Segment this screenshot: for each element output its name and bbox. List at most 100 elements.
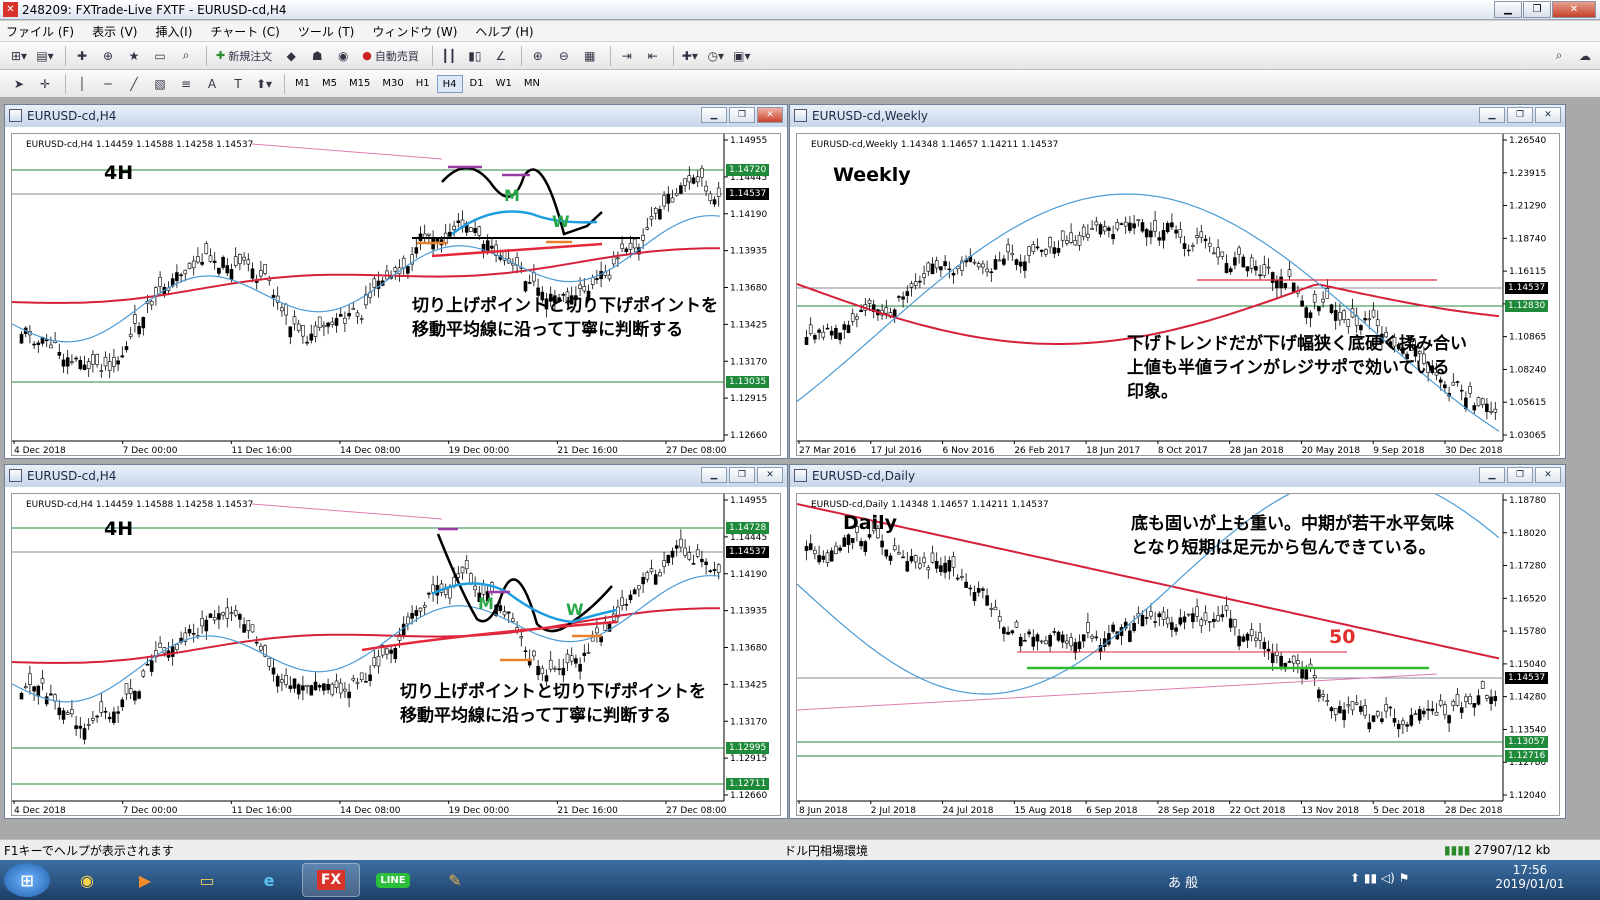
maximize-button[interactable]: ❐ <box>1523 1 1551 18</box>
timeframe-m5[interactable]: M5 <box>317 75 342 93</box>
cursor-icon[interactable]: ➤ <box>8 73 30 95</box>
chart-minimize-button[interactable]: ▁ <box>1479 467 1505 483</box>
timeframe-m15[interactable]: M15 <box>344 75 375 93</box>
menu-tools[interactable]: ツール (T) <box>298 23 355 40</box>
fx-terminal-icon[interactable]: FX <box>302 863 360 897</box>
media-player-icon[interactable]: ▶ <box>116 863 174 897</box>
chart-window-h4-bottom[interactable]: EURUSD-cd,H4 ▁ ❐ ✕ 1.14955 1.14445 1.14190… <box>4 464 788 819</box>
chart-close-button[interactable]: ✕ <box>757 467 783 483</box>
templates-icon[interactable]: ▣▾ <box>731 45 753 67</box>
chrome-icon[interactable]: ◉ <box>58 863 116 897</box>
meta-editor-icon[interactable]: ◆ <box>280 45 302 67</box>
ime-indicator[interactable]: あ 般 <box>1168 872 1198 891</box>
text-label-icon[interactable]: T <box>227 73 249 95</box>
fibonacci-icon[interactable]: ≡ <box>175 73 197 95</box>
tray-clock[interactable]: 17:56 2019/01/01 <box>1490 863 1570 891</box>
signals-icon[interactable]: ☗ <box>306 45 328 67</box>
data-window-icon[interactable]: ⊕ <box>97 45 119 67</box>
crosshair-icon[interactable]: ✛ <box>34 73 56 95</box>
menu-view[interactable]: 表示 (V) <box>92 23 137 40</box>
chart-close-button[interactable]: ✕ <box>1535 467 1561 483</box>
timeframe-m30[interactable]: M30 <box>377 75 408 93</box>
menu-insert[interactable]: 挿入(I) <box>155 23 192 40</box>
chart-close-button[interactable]: ✕ <box>757 107 783 123</box>
market-icon[interactable]: ◉ <box>332 45 354 67</box>
auto-scroll-icon[interactable]: ⇥ <box>616 45 638 67</box>
zoom-in-icon[interactable]: ⊕ <box>527 45 549 67</box>
profiles-icon[interactable]: ▤▾ <box>34 45 56 67</box>
periods-icon[interactable]: ◷▾ <box>705 45 727 67</box>
candle-chart-icon[interactable]: ▮▯ <box>464 45 486 67</box>
tile-windows-icon[interactable]: ▦ <box>579 45 601 67</box>
vertical-line-icon[interactable]: │ <box>71 73 93 95</box>
price-chart[interactable]: 1.14955 1.14445 1.14190 1.13935 1.13680 1.134… <box>12 494 781 816</box>
plot-area[interactable]: 1.14955 1.14445 1.14190 1.13935 1.13680 1.134… <box>11 493 781 816</box>
terminal-icon[interactable]: ▭ <box>149 45 171 67</box>
candle-body <box>595 278 599 280</box>
chart-close-button[interactable]: ✕ <box>1535 107 1561 123</box>
indicators-icon[interactable]: ✚▾ <box>679 45 701 67</box>
arrows-icon[interactable]: ⬆▾ <box>253 73 275 95</box>
text-icon[interactable]: A <box>201 73 223 95</box>
line-chart-icon[interactable]: ∠ <box>490 45 512 67</box>
minimize-button[interactable]: ▁ <box>1494 1 1522 18</box>
navigator-icon[interactable]: ★ <box>123 45 145 67</box>
candle-body <box>1073 642 1078 653</box>
community-icon[interactable]: ☁ <box>1574 45 1596 67</box>
candle-body <box>456 220 461 223</box>
chart-maximize-button[interactable]: ❐ <box>729 107 755 123</box>
explorer-icon[interactable]: ▭ <box>178 863 236 897</box>
internet-explorer-icon[interactable]: e <box>240 863 298 897</box>
timeframe-w1[interactable]: W1 <box>491 75 517 93</box>
menu-window[interactable]: ウィンドウ (W) <box>372 23 457 40</box>
plot-area[interactable]: 1.14955 1.14445 1.14190 1.13935 1.13680 1.134… <box>11 133 781 456</box>
tester-icon[interactable]: ⌕ <box>175 45 197 67</box>
timeframe-h4[interactable]: H4 <box>436 74 463 93</box>
timeframe-d1[interactable]: D1 <box>465 75 489 93</box>
menu-chart[interactable]: チャート (C) <box>210 23 279 40</box>
status-profile[interactable]: ドル円相場環境 <box>784 842 1444 859</box>
chart-shift-icon[interactable]: ⇤ <box>642 45 664 67</box>
chart-minimize-button[interactable]: ▁ <box>701 467 727 483</box>
zoom-out-icon[interactable]: ⊖ <box>553 45 575 67</box>
new-order-button[interactable]: ✚ 新規注文 <box>212 45 276 67</box>
market-watch-icon[interactable]: ✚ <box>71 45 93 67</box>
chart-icon <box>794 469 807 482</box>
candle-body <box>141 670 146 677</box>
auto-trade-button[interactable]: ● 自動売買 <box>358 45 423 67</box>
chart-window-weekly[interactable]: EURUSD-cd,Weekly ▁ ❐ ✕ 1.26540 1.23915 1.2… <box>789 104 1566 459</box>
plot-area[interactable]: 1.265401.239151.212901.187401.161151.134… <box>796 133 1560 456</box>
tray-icons[interactable]: ⬆ ▮▮ ◁) ⚑ <box>1350 871 1409 885</box>
menu-file[interactable]: ファイル (F) <box>6 23 74 40</box>
menu-help[interactable]: ヘルプ (H) <box>475 23 533 40</box>
new-chart-icon[interactable]: ⊞▾ <box>8 45 30 67</box>
chart-window-controls: ▁ ❐ ✕ <box>701 467 783 483</box>
timeframe-mn[interactable]: MN <box>519 75 545 93</box>
price-chart[interactable]: 1.265401.239151.212901.187401.161151.134… <box>797 134 1560 456</box>
line-app-icon[interactable]: LINE <box>364 863 422 897</box>
paint-icon[interactable]: ✎ <box>426 863 484 897</box>
chart-minimize-button[interactable]: ▁ <box>701 107 727 123</box>
candle-body <box>1207 242 1212 247</box>
chart-maximize-button[interactable]: ❐ <box>1507 107 1533 123</box>
candle-body <box>674 193 679 196</box>
candle-body <box>1485 695 1489 699</box>
bar-chart-icon[interactable]: ┃┃ <box>438 45 460 67</box>
channel-icon[interactable]: ▧ <box>149 73 171 95</box>
timeframe-m1[interactable]: M1 <box>290 75 315 93</box>
chart-maximize-button[interactable]: ❐ <box>1507 467 1533 483</box>
candle-body <box>1237 247 1241 255</box>
chart-maximize-button[interactable]: ❐ <box>729 467 755 483</box>
close-button[interactable]: ✕ <box>1552 1 1596 18</box>
search-icon[interactable]: ⌕ <box>1548 45 1570 67</box>
plot-area[interactable]: 1.18780 1.18020 1.17280 1.16520 1.15780 1.150… <box>796 493 1560 816</box>
chart-minimize-button[interactable]: ▁ <box>1479 107 1505 123</box>
chart-window-h4-top[interactable]: EURUSD-cd,H4 ▁ ❐ ✕ 1.14955 1.14445 1.14190… <box>4 104 788 459</box>
start-button[interactable]: ⊞ <box>4 863 50 897</box>
candle-body <box>280 679 284 683</box>
chart-window-daily[interactable]: EURUSD-cd,Daily ▁ ❐ ✕ 1.18780 1.18020 1.17… <box>789 464 1566 819</box>
candle-body <box>976 263 981 268</box>
trendline-icon[interactable]: ╱ <box>123 73 145 95</box>
timeframe-h1[interactable]: H1 <box>411 75 435 93</box>
horizontal-line-icon[interactable]: ─ <box>97 73 119 95</box>
